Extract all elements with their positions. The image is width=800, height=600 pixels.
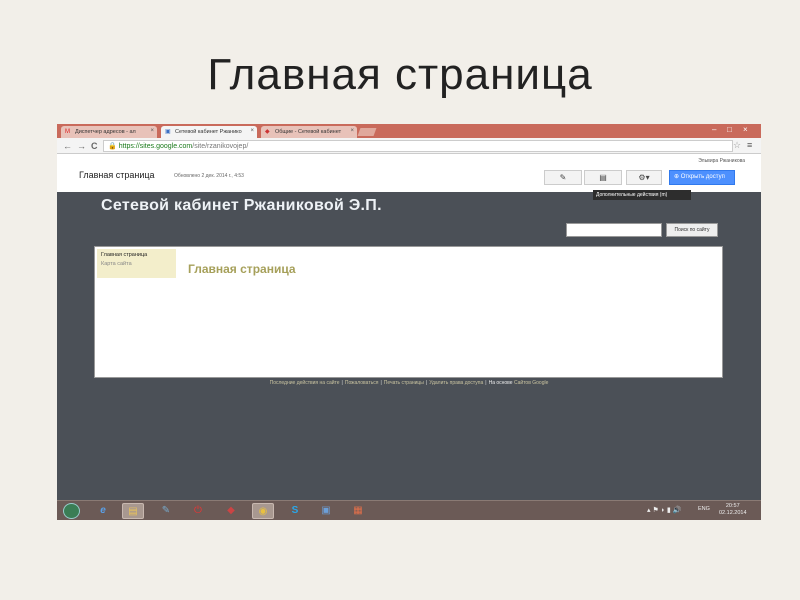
footer-separator: |: [485, 380, 487, 386]
chrome-icon[interactable]: ◉: [252, 503, 274, 519]
language-indicator[interactable]: ENG: [698, 506, 710, 512]
footer-link-google-sites[interactable]: Сайтов Google: [514, 380, 548, 386]
share-button[interactable]: ⊕ Открыть доступ: [669, 170, 735, 185]
site-area: Сетевой кабинет Ржаниковой Э.П. Поиск по…: [57, 192, 761, 500]
word-icon[interactable]: ▣: [315, 503, 337, 519]
maximize-button[interactable]: □: [727, 125, 732, 134]
new-page-button[interactable]: ▤: [584, 170, 622, 185]
new-tab-button[interactable]: [357, 128, 377, 136]
tab-label: Диспетчер адресов - ал: [75, 129, 136, 135]
footer-link-print[interactable]: Печать страницы: [384, 380, 424, 386]
shield-icon: ◆: [265, 129, 270, 135]
gear-icon: ⚙▾: [638, 173, 650, 182]
start-button[interactable]: [63, 503, 80, 519]
browser-menu-icon[interactable]: ≡: [747, 140, 752, 150]
clock-date: 02.12.2014: [719, 510, 747, 516]
sites-icon: ▣: [165, 129, 171, 135]
site-title[interactable]: Сетевой кабинет Ржаниковой Э.П.: [101, 196, 401, 215]
footer-separator: |: [380, 380, 382, 386]
site-search-button[interactable]: Поиск по сайту: [666, 223, 718, 237]
share-label: Открыть доступ: [680, 174, 725, 180]
tooltip: Дополнительные действия (m): [593, 190, 691, 200]
gmail-icon: M: [65, 129, 70, 135]
tab-network-cabinet[interactable]: ▣ Сетевой кабинет Ржанико ×: [161, 126, 257, 138]
app-icon[interactable]: ✎: [155, 503, 177, 519]
edit-page-button[interactable]: ✎: [544, 170, 582, 185]
tab-strip: M Диспетчер адресов - ал × ▣ Сетевой каб…: [57, 124, 761, 138]
sidebar-nav: Главная страница Карта сайта: [97, 249, 176, 278]
tab-address-manager[interactable]: M Диспетчер адресов - ал ×: [61, 126, 157, 138]
system-tray-icons[interactable]: ▴ ⚑ ◗ ▮ 🔊: [647, 506, 681, 514]
footer-link-remove-access[interactable]: Удалить права доступа: [429, 380, 483, 386]
clock-time: 20:57: [725, 503, 740, 509]
lock-icon: 🔒: [108, 143, 117, 150]
tab-label: Общие - Сетевой кабинет: [275, 129, 342, 135]
user-account[interactable]: Эльвира Ржаникова: [698, 158, 745, 164]
slide-title: Главная страница: [207, 50, 593, 99]
site-footer: Последние действия на сайте | Пожаловаться…: [57, 380, 761, 386]
site-search-input[interactable]: [566, 223, 662, 237]
sidebar-item-home[interactable]: Главная страница: [97, 251, 176, 260]
tab-general[interactable]: ◆ Общие - Сетевой кабинет ×: [261, 126, 357, 138]
footer-powered-by: На основе: [488, 380, 513, 386]
footer-link-report[interactable]: Пожаловаться: [345, 380, 379, 386]
minimize-button[interactable]: –: [712, 125, 716, 134]
new-page-icon: ▤: [599, 173, 607, 182]
app-icon[interactable]: ◆: [220, 503, 242, 519]
back-button[interactable]: ←: [63, 140, 72, 152]
address-bar: ← → C 🔒 https://sites.google.com/site/rza…: [57, 138, 761, 154]
folder-icon[interactable]: ▤: [122, 503, 144, 519]
window-close-button[interactable]: ×: [743, 125, 748, 134]
tab-label: Сетевой кабинет Ржанико: [175, 129, 242, 135]
clock[interactable]: 20:57 02.12.2014: [719, 503, 747, 517]
taskbar: e ▤ ✎ ⏻ ◆ ◉ S ▣ ▦ ▴ ⚑ ◗ ▮ 🔊 ENG 20:57 02…: [57, 500, 761, 520]
more-actions-button[interactable]: ⚙▾: [626, 170, 662, 185]
power-app-icon[interactable]: ⏻: [187, 503, 209, 519]
sidebar-item-sitemap[interactable]: Карта сайта: [97, 260, 176, 269]
url-field[interactable]: 🔒 https://sites.google.com/site/rzanikovo…: [103, 140, 733, 152]
forward-button[interactable]: →: [77, 140, 86, 152]
footer-separator: |: [425, 380, 428, 386]
pencil-icon: ✎: [559, 173, 567, 182]
powerpoint-icon[interactable]: ▦: [347, 503, 369, 519]
globe-icon: ⊕: [674, 174, 680, 180]
page-heading: Главная страница: [188, 262, 296, 276]
close-icon[interactable]: ×: [250, 128, 254, 134]
url-path: /site/rzanikovojep/: [192, 143, 249, 150]
updated-timestamp: Обновлено 2 дек. 2014 г., 4:53: [174, 173, 244, 179]
reload-button[interactable]: C: [91, 140, 98, 152]
ie-icon[interactable]: e: [92, 503, 114, 519]
close-icon[interactable]: ×: [350, 128, 354, 134]
footer-separator: |: [341, 380, 343, 386]
skype-icon[interactable]: S: [284, 503, 306, 519]
url-host: https://sites.google.com: [118, 143, 193, 150]
bookmark-star-icon[interactable]: ☆: [733, 140, 741, 151]
content-panel: Главная страница Карта сайта Главная стр…: [94, 246, 723, 378]
footer-link-recent-activity[interactable]: Последние действия на сайте: [270, 380, 340, 386]
sites-header: Эльвира Ржаникова Главная страница Обнов…: [57, 154, 761, 192]
screenshot-frame: M Диспетчер адресов - ал × ▣ Сетевой каб…: [57, 124, 761, 520]
page-title: Главная страница: [79, 170, 155, 180]
close-icon[interactable]: ×: [150, 128, 154, 134]
